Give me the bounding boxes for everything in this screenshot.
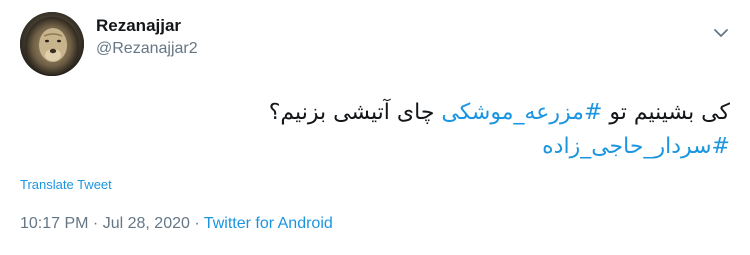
tweet-text-part: چای آتیشی بزنیم؟ (268, 100, 442, 125)
tweet-line-1: کی بشینیم تو #مزرعه_موشکی چای آتیشی بزنی… (30, 96, 730, 130)
meta-separator: · (88, 215, 103, 232)
tweet-time[interactable]: 10:17 PM (20, 215, 88, 232)
meta-separator: · (189, 215, 204, 232)
tweet-text-part: کی بشینیم تو (602, 100, 730, 125)
tweet-card: Rezanajjar @Rezanajjar2 کی بشینیم تو #مز… (0, 0, 750, 255)
hashtag-link[interactable]: #مزرعه_موشکی (441, 100, 602, 125)
tweet-text: کی بشینیم تو #مزرعه_موشکی چای آتیشی بزنی… (30, 96, 730, 164)
tweet-line-2: #سردار_حاجی_زاده (30, 130, 730, 164)
avatar[interactable] (20, 12, 84, 76)
tweet-source-link[interactable]: Twitter for Android (204, 215, 333, 232)
tweet-meta: 10:17 PM · Jul 28, 2020 · Twitter for An… (20, 213, 333, 235)
translate-tweet-link[interactable]: Translate Tweet (20, 176, 112, 194)
tweet-date[interactable]: Jul 28, 2020 (103, 215, 190, 232)
display-name[interactable]: Rezanajjar (96, 15, 181, 37)
lion-avatar-image (20, 12, 84, 76)
hashtag-link[interactable]: #سردار_حاجی_زاده (542, 134, 730, 159)
user-handle[interactable]: @Rezanajjar2 (96, 38, 198, 60)
chevron-down-icon[interactable] (710, 22, 732, 44)
